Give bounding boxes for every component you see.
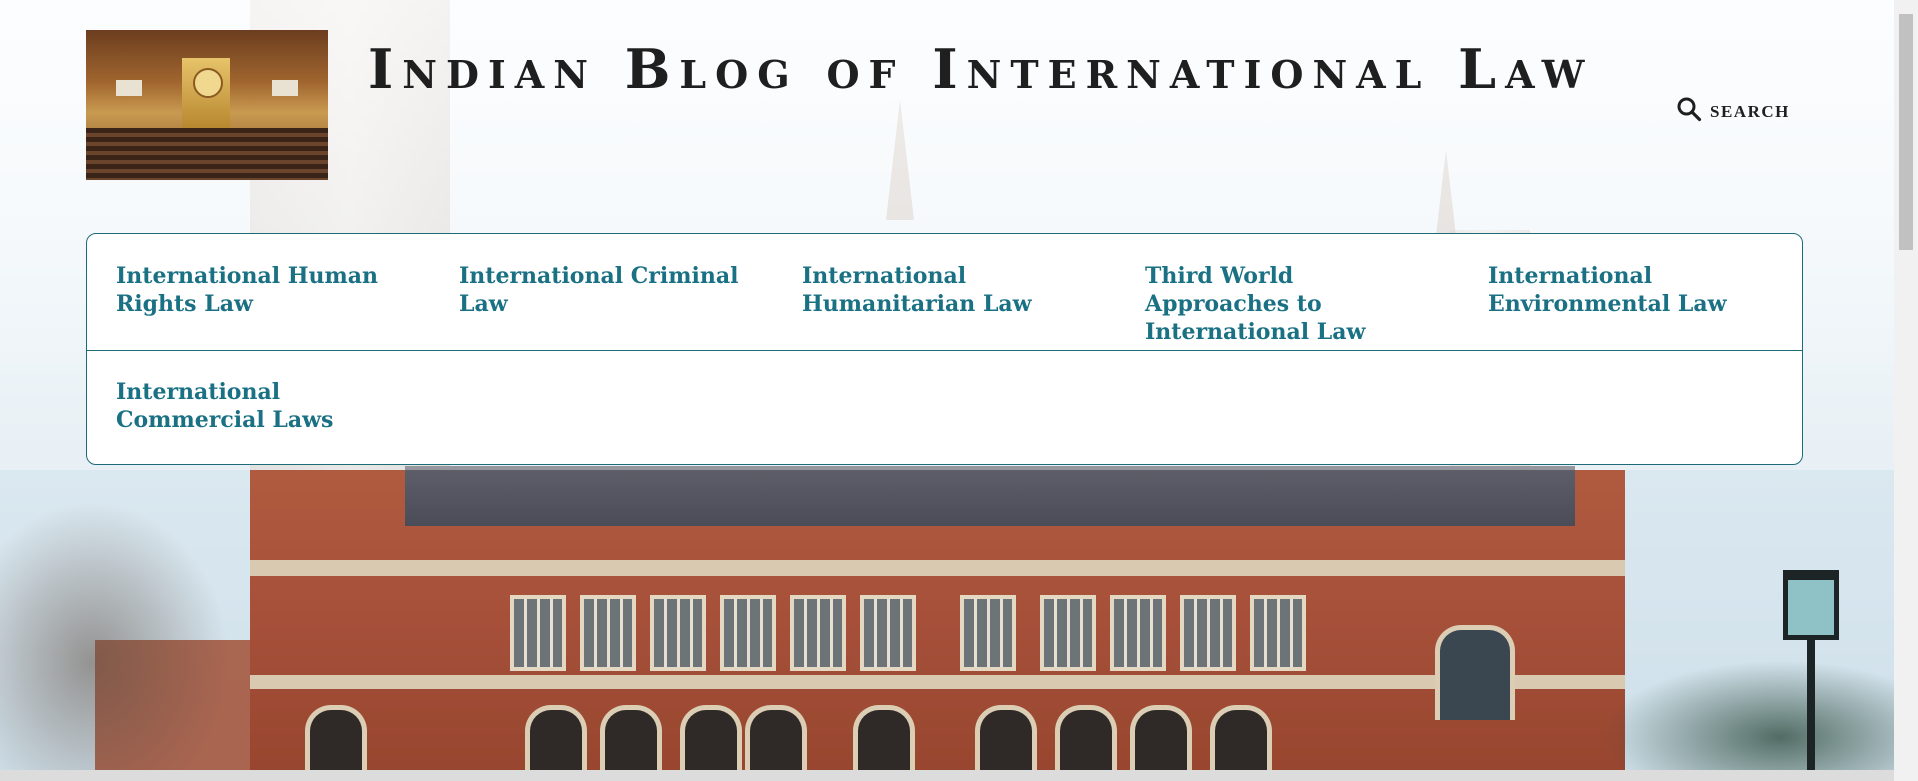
category-menu-row: International Commercial Laws: [87, 350, 1802, 465]
scrollbar-thumb[interactable]: [1899, 14, 1913, 250]
search-button[interactable]: Search: [1676, 96, 1790, 127]
menu-item-human-rights-law[interactable]: International Human Rights Law: [87, 234, 430, 350]
menu-item-humanitarian-law[interactable]: International Humanitarian Law: [773, 234, 1116, 350]
menu-item-commercial-laws[interactable]: International Commercial Laws: [87, 350, 430, 465]
menu-item-criminal-law[interactable]: International Criminal Law: [430, 234, 773, 350]
search-label: Search: [1710, 101, 1790, 121]
menu-item-twail[interactable]: Third World Approaches to International …: [1116, 234, 1459, 350]
category-menu-row: International Human Rights Law Internati…: [87, 234, 1802, 351]
street-lamp-post: [1807, 640, 1815, 770]
site-logo[interactable]: [86, 30, 328, 180]
category-menu: International Human Rights Law Internati…: [86, 233, 1803, 465]
site-title[interactable]: Indian Blog of International Law: [368, 38, 1618, 100]
page-bottom-edge: [0, 770, 1894, 781]
menu-item-environmental-law[interactable]: International Environmental Law: [1459, 234, 1802, 350]
street-lamp: [1783, 570, 1839, 640]
search-icon: [1676, 96, 1702, 127]
